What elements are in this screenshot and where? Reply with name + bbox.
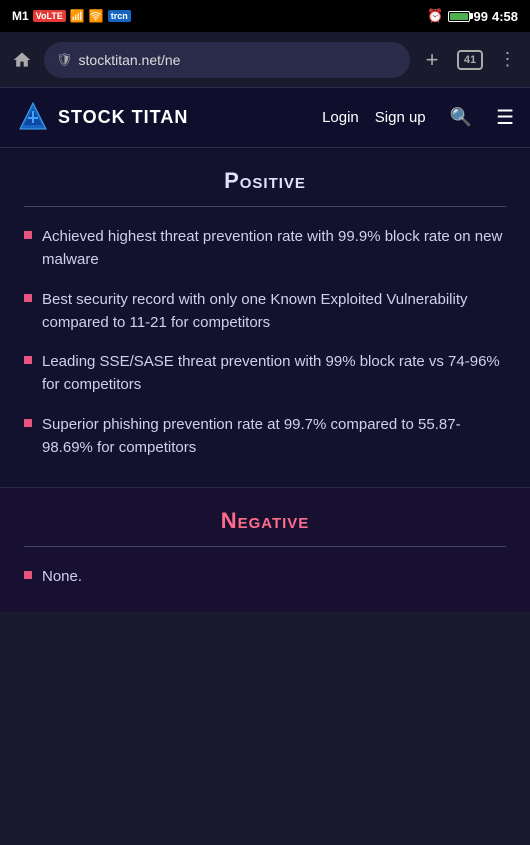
wifi-icon: 🛜 [89,9,104,23]
tabs-count: 41 [457,50,483,70]
negative-section: Negative None. [0,488,530,612]
list-item: None. [24,565,506,588]
browser-menu-button[interactable]: ⋮ [494,46,522,74]
bullet-text: None. [42,565,82,588]
url-bar[interactable]: 🛡 stocktitan.net/ne [44,42,410,78]
logo-text: STOCK TITAN [58,107,188,128]
bullet-square [24,294,32,302]
home-button[interactable] [8,46,36,74]
positive-title: Positive [24,168,506,194]
security-icon: 🛡 [56,52,73,68]
bullet-square [24,231,32,239]
positive-bullet-list: Achieved highest threat prevention rate … [24,225,506,459]
login-button[interactable]: Login [322,109,359,126]
negative-bullet-list: None. [24,565,506,588]
bullet-text: Achieved highest threat prevention rate … [42,225,506,272]
battery-level: 99 [474,9,488,24]
bullet-text: Leading SSE/SASE threat prevention with … [42,350,506,397]
positive-divider [24,206,506,207]
search-icon[interactable]: 🔍 [450,107,472,128]
volte-label: VoLTE [33,10,66,22]
site-navbar: STOCK TITAN Login Sign up 🔍 ☰ [0,88,530,148]
bullet-text: Best security record with only one Known… [42,288,506,335]
alarm-icon: ⏰ [427,8,443,24]
url-text: stocktitan.net/ne [79,52,181,68]
signup-button[interactable]: Sign up [375,109,426,126]
logo-area: STOCK TITAN [16,101,322,135]
negative-title: Negative [24,508,506,534]
bullet-text: Superior phishing prevention rate at 99.… [42,413,506,460]
positive-section: Positive Achieved highest threat prevent… [0,148,530,488]
browser-chrome: 🛡 stocktitan.net/ne + 41 ⋮ [0,32,530,88]
nav-links: Login Sign up 🔍 ☰ [322,105,514,130]
carrier-label: M1 [12,9,29,23]
bullet-square [24,419,32,427]
bullet-square [24,356,32,364]
menu-icon[interactable]: ☰ [496,105,514,130]
battery-icon [448,11,470,22]
status-left: M1 VoLTE 📶 🛜 trcn [12,9,131,23]
time-display: 4:58 [492,9,518,24]
logo-icon [16,101,50,135]
list-item: Superior phishing prevention rate at 99.… [24,413,506,460]
main-content: Positive Achieved highest threat prevent… [0,148,530,612]
signal-bars: 📶 [70,9,85,23]
new-tab-button[interactable]: + [418,46,446,74]
tabs-button[interactable]: 41 [454,46,486,74]
trcn-label: trcn [108,10,131,22]
list-item: Achieved highest threat prevention rate … [24,225,506,272]
bullet-square [24,571,32,579]
list-item: Leading SSE/SASE threat prevention with … [24,350,506,397]
status-bar: M1 VoLTE 📶 🛜 trcn ⏰ 99 4:58 [0,0,530,32]
list-item: Best security record with only one Known… [24,288,506,335]
negative-divider [24,546,506,547]
status-right: ⏰ 99 4:58 [427,8,518,24]
